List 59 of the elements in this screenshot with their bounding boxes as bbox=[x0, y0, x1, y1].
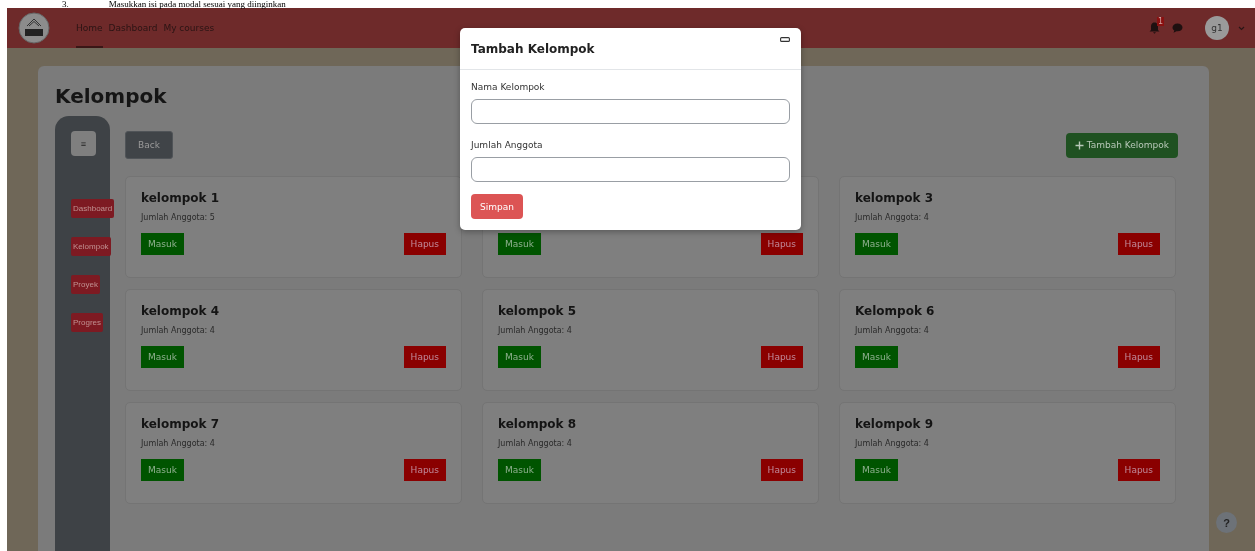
bell-icon[interactable] bbox=[1149, 22, 1160, 34]
sidebar-item[interactable]: Progres bbox=[71, 313, 103, 332]
delete-button[interactable]: Hapus bbox=[403, 233, 446, 255]
member-count: Jumlah Anggota: 4 bbox=[855, 326, 930, 337]
field-label: Jumlah Anggota bbox=[471, 140, 543, 150]
enter-button[interactable]: Masuk bbox=[498, 346, 541, 368]
sidebar-item[interactable]: Kelompok bbox=[71, 237, 111, 256]
member-count: Jumlah Anggota: 4 bbox=[141, 326, 216, 337]
modal-title: Tambah Kelompok bbox=[471, 41, 595, 56]
sidebar-item[interactable]: Proyek bbox=[71, 275, 100, 294]
back-button[interactable]: Back bbox=[125, 131, 173, 159]
input-field[interactable] bbox=[471, 157, 790, 182]
enter-button[interactable]: Masuk bbox=[141, 346, 184, 368]
group-name: kelompok 3 bbox=[855, 191, 934, 207]
member-count: Jumlah Anggota: 4 bbox=[498, 439, 573, 450]
enter-button[interactable]: Masuk bbox=[855, 459, 898, 481]
delete-button[interactable]: Hapus bbox=[403, 459, 446, 481]
member-count: Jumlah Anggota: 4 bbox=[141, 439, 216, 450]
enter-button[interactable]: Masuk bbox=[141, 233, 184, 255]
user-avatar[interactable]: g1 bbox=[1205, 16, 1229, 40]
save-button[interactable]: Simpan bbox=[471, 194, 523, 219]
sidebar-toggle-button[interactable]: ≡ bbox=[71, 131, 96, 156]
group-name: kelompok 5 bbox=[498, 304, 577, 320]
enter-button[interactable]: Masuk bbox=[855, 346, 898, 368]
notification-badge: 1 bbox=[1157, 17, 1165, 26]
enter-button[interactable]: Masuk bbox=[498, 459, 541, 481]
chat-bubble-icon[interactable] bbox=[1172, 23, 1183, 33]
member-count: Jumlah Anggota: 4 bbox=[855, 439, 930, 450]
sidebar-item[interactable]: Dashboard bbox=[71, 199, 115, 218]
page-title: Kelompok bbox=[55, 84, 167, 108]
enter-button[interactable]: Masuk bbox=[855, 233, 898, 255]
delete-button[interactable]: Hapus bbox=[1117, 459, 1160, 481]
group-name: kelompok 9 bbox=[855, 417, 934, 433]
member-count: Jumlah Anggota: 5 bbox=[141, 213, 216, 224]
enter-button[interactable]: Masuk bbox=[141, 459, 184, 481]
field-label: Nama Kelompok bbox=[471, 82, 545, 92]
member-count: Jumlah Anggota: 4 bbox=[498, 326, 573, 337]
input-field[interactable] bbox=[471, 99, 790, 124]
group-name: kelompok 8 bbox=[498, 417, 577, 433]
delete-button[interactable]: Hapus bbox=[760, 459, 803, 481]
document-caption: Masukkan isi pada modal sesuai yang diinginkan bbox=[108, 0, 286, 8]
enter-button[interactable]: Masuk bbox=[498, 233, 541, 255]
delete-button[interactable]: Hapus bbox=[760, 233, 803, 255]
delete-button[interactable]: Hapus bbox=[1117, 346, 1160, 368]
add-group-button[interactable]: Tambah Kelompok bbox=[1065, 132, 1178, 158]
group-name: kelompok 4 bbox=[141, 304, 220, 320]
delete-button[interactable]: Hapus bbox=[760, 346, 803, 368]
delete-button[interactable]: Hapus bbox=[1117, 233, 1160, 255]
member-count: Jumlah Anggota: 4 bbox=[855, 213, 930, 224]
group-name: Kelompok 6 bbox=[855, 304, 936, 320]
minimize-icon[interactable] bbox=[780, 37, 790, 42]
plus-icon bbox=[1074, 140, 1084, 150]
group-name: kelompok 7 bbox=[141, 417, 220, 433]
group-name: kelompok 1 bbox=[141, 191, 220, 207]
delete-button[interactable]: Hapus bbox=[403, 346, 446, 368]
list-number: 3. bbox=[62, 0, 69, 8]
caret-icon[interactable] bbox=[1238, 25, 1245, 31]
logo-icon bbox=[18, 12, 50, 44]
help-button[interactable]: ? bbox=[1216, 512, 1237, 533]
